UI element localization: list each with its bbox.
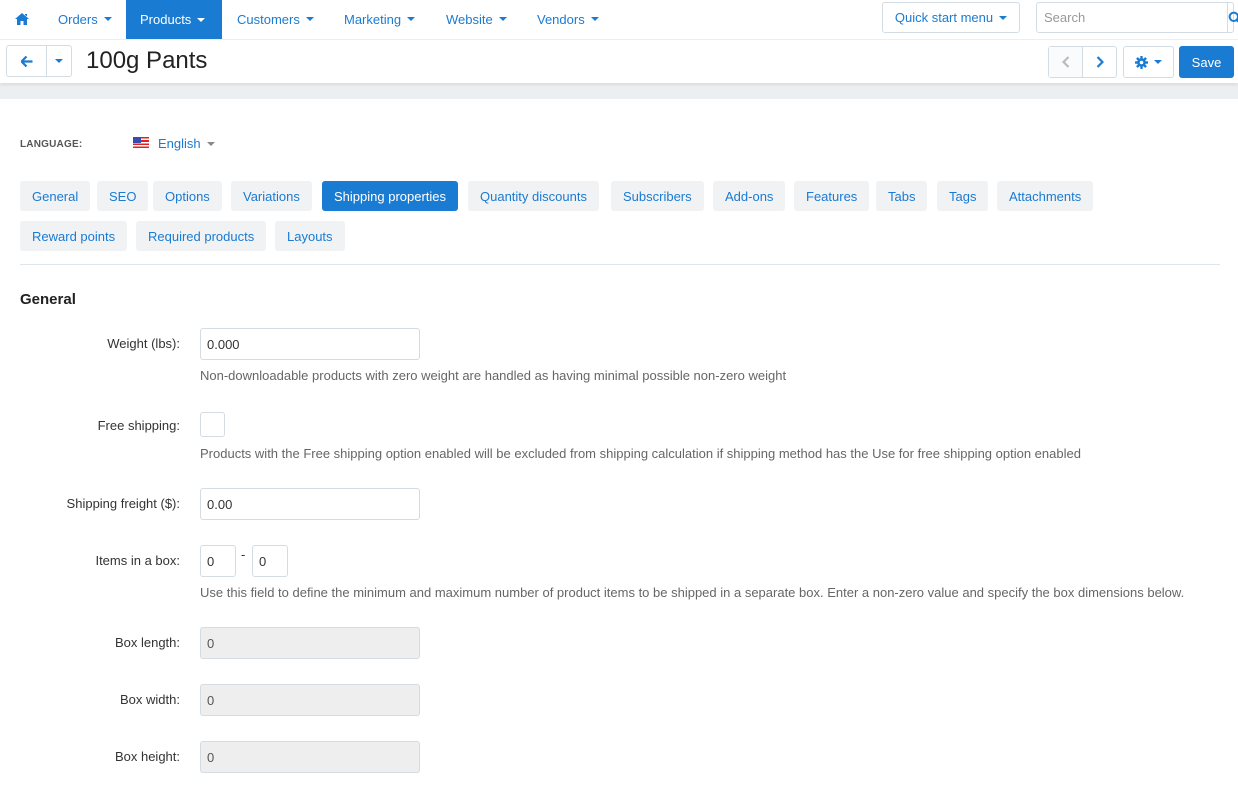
back-button-group — [6, 45, 72, 77]
nav-home[interactable] — [8, 0, 36, 38]
language-label: LANGUAGE: — [20, 139, 83, 150]
us-flag-icon — [133, 136, 149, 148]
tab-variations[interactable]: Variations — [231, 181, 312, 211]
search-input[interactable] — [1037, 3, 1227, 32]
gear-icon — [1135, 55, 1148, 69]
weight-field[interactable] — [200, 328, 420, 360]
nav-website[interactable]: Website — [432, 0, 521, 38]
language-selector[interactable]: English — [133, 136, 215, 151]
search-icon — [1228, 11, 1238, 23]
tab-seo[interactable]: SEO — [97, 181, 149, 211]
box-width-field[interactable] — [200, 684, 420, 716]
header-divider-band — [0, 83, 1238, 99]
tab-attachments[interactable]: Attachments — [997, 181, 1094, 211]
weight-help-text: Non-downloadable products with zero weig… — [200, 368, 787, 383]
free-shipping-label: Free shipping: — [97, 418, 180, 433]
tab-features[interactable]: Features — [794, 181, 870, 211]
back-history-dropdown[interactable] — [47, 46, 71, 76]
chevron-down-icon — [590, 17, 599, 21]
nav-customers[interactable]: Customers — [223, 0, 328, 38]
search-box — [1036, 2, 1238, 33]
chevron-down-icon — [103, 17, 112, 21]
main-content: LANGUAGE: English General SEO Options Va… — [0, 99, 1238, 791]
product-pager — [1048, 46, 1117, 78]
nav-vendors[interactable]: Vendors — [523, 0, 613, 38]
tab-tags[interactable]: Tags — [937, 181, 989, 211]
tab-shipping-properties[interactable]: Shipping properties — [322, 181, 459, 211]
free-shipping-checkbox[interactable] — [200, 412, 225, 437]
tab-general[interactable]: General — [20, 181, 91, 211]
items-in-box-help-text: Use this field to define the minimum and… — [200, 585, 1185, 600]
chevron-down-icon — [999, 15, 1008, 20]
box-height-field[interactable] — [200, 741, 420, 773]
tab-tabs[interactable]: Tabs — [876, 181, 928, 211]
previous-product-button[interactable] — [1049, 47, 1083, 77]
tab-reward-points[interactable]: Reward points — [20, 221, 128, 251]
save-button[interactable]: Save — [1179, 46, 1234, 78]
items-in-box-label: Items in a box: — [95, 553, 180, 568]
home-icon — [15, 13, 29, 25]
free-shipping-help-text: Products with the Free shipping option e… — [200, 446, 1081, 461]
search-button[interactable] — [1227, 3, 1238, 32]
nav-products[interactable]: Products — [126, 0, 222, 39]
nav-orders[interactable]: Orders — [44, 0, 126, 38]
box-length-field[interactable] — [200, 627, 420, 659]
shipping-freight-field[interactable] — [200, 488, 420, 520]
page-title: 100g Pants — [86, 47, 208, 74]
title-bar: 100g Pants Save — [0, 41, 1238, 83]
next-product-button[interactable] — [1083, 47, 1116, 77]
tab-quantity-discounts[interactable]: Quantity discounts — [468, 181, 599, 211]
tab-subscribers[interactable]: Subscribers — [611, 181, 704, 211]
quick-start-menu-button[interactable]: Quick start menu — [882, 2, 1020, 33]
items-in-box-min-field[interactable] — [200, 545, 236, 577]
box-width-label: Box width: — [120, 692, 180, 707]
tab-options[interactable]: Options — [153, 181, 222, 211]
chevron-down-icon — [407, 17, 416, 21]
settings-dropdown-button[interactable] — [1123, 46, 1174, 78]
chevron-down-icon — [197, 17, 206, 22]
items-in-box-max-field[interactable] — [252, 545, 288, 577]
tab-add-ons[interactable]: Add-ons — [713, 181, 786, 211]
tab-layouts[interactable]: Layouts — [275, 221, 345, 251]
chevron-down-icon — [206, 141, 215, 146]
chevron-down-icon — [55, 59, 63, 63]
back-button[interactable] — [7, 46, 47, 76]
nav-marketing[interactable]: Marketing — [330, 0, 429, 38]
chevron-left-icon — [1061, 56, 1069, 68]
chevron-down-icon — [498, 17, 507, 21]
chevron-down-icon — [1154, 60, 1162, 64]
tabs-divider — [20, 264, 1220, 265]
box-height-label: Box height: — [114, 749, 180, 764]
box-length-label: Box length: — [114, 635, 180, 650]
weight-label: Weight (lbs): — [107, 336, 180, 351]
chevron-down-icon — [305, 17, 314, 21]
section-title-general: General — [20, 291, 76, 308]
top-navigation: Orders Products Customers Marketing Webs… — [0, 0, 1238, 40]
chevron-right-icon — [1096, 56, 1104, 68]
range-separator: - — [241, 547, 246, 562]
arrow-left-icon — [20, 55, 32, 67]
shipping-freight-label: Shipping freight ($): — [66, 496, 180, 511]
tab-required-products[interactable]: Required products — [136, 221, 267, 251]
